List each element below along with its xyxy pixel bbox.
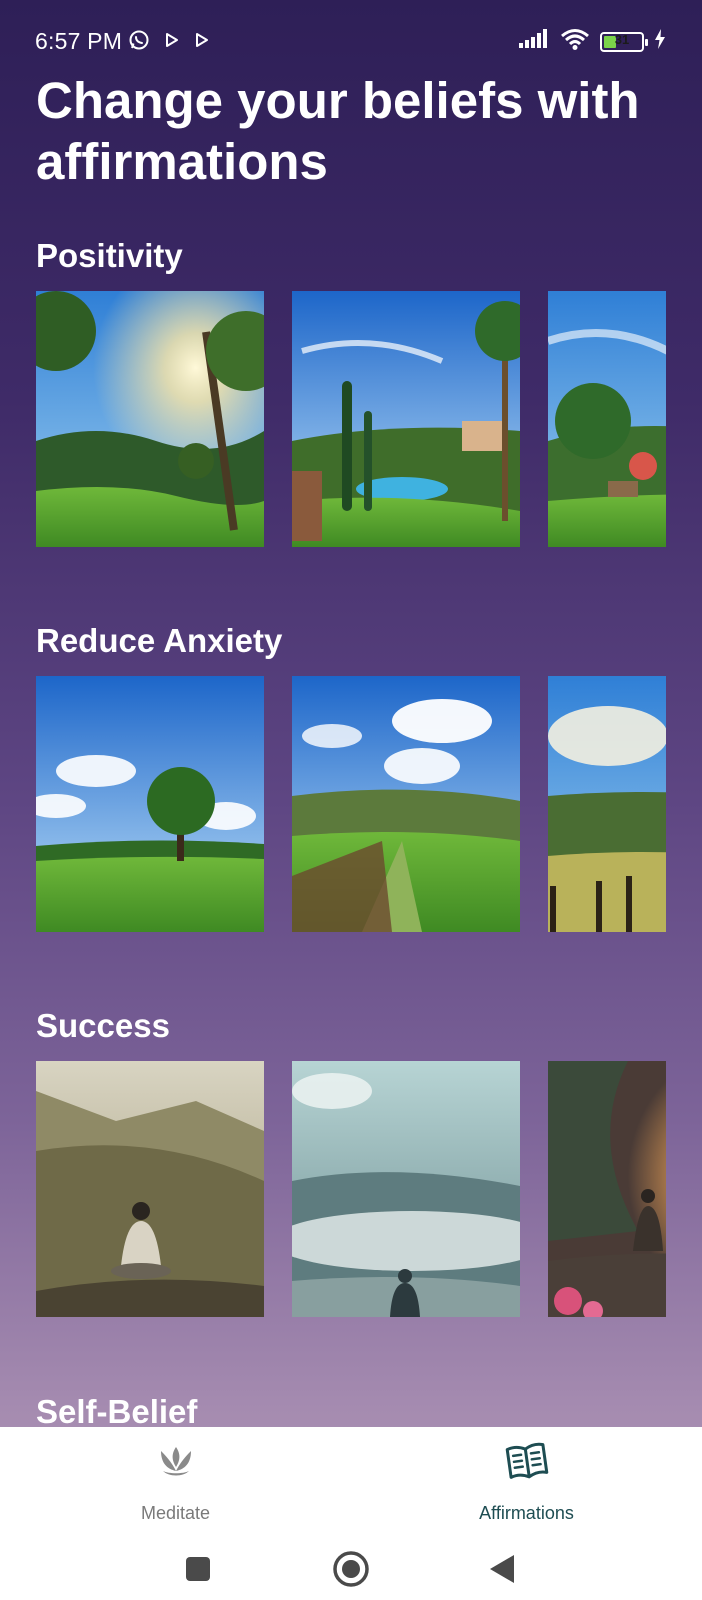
notification-icons — [128, 29, 210, 56]
lotus-icon — [157, 1441, 195, 1486]
section-reduce-anxiety: Reduce Anxiety — [0, 622, 702, 942]
thumbnail-patio-garden[interactable] — [548, 291, 666, 547]
book-icon — [505, 1441, 549, 1486]
thumbnail-row — [36, 291, 666, 547]
nav-item-meditate[interactable]: Meditate — [0, 1427, 351, 1540]
thumbnail-lone-tree-meadow[interactable] — [36, 676, 264, 932]
thumbnail-meditating-man-mountains[interactable] — [36, 1061, 264, 1317]
bottom-nav: Meditate Affirmations — [0, 1427, 702, 1540]
section-title: Self-Belief — [36, 1393, 198, 1427]
page-title: Change your beliefs with affirmations — [36, 72, 640, 190]
battery-icon: 31 — [600, 31, 648, 52]
system-status: 31 — [518, 28, 666, 55]
section-success: Success — [0, 1007, 702, 1327]
play-store-icon — [164, 32, 180, 53]
signal-icon — [518, 29, 550, 54]
thumbnail-villa-pool-palms[interactable] — [292, 291, 520, 547]
nav-item-affirmations[interactable]: Affirmations — [351, 1427, 702, 1540]
battery-level: 31 — [614, 31, 630, 47]
whatsapp-icon — [128, 29, 150, 56]
nav-label-affirmations: Affirmations — [479, 1503, 574, 1523]
section-title: Positivity — [36, 237, 183, 274]
thumbnail-farm-fence-hills[interactable] — [548, 676, 666, 932]
section-self-belief: Self-Belief — [0, 1393, 702, 1427]
thumbnail-meditating-sunset-flowers[interactable] — [548, 1061, 666, 1317]
thumbnail-row — [36, 676, 666, 932]
back-button[interactable] — [488, 1554, 516, 1589]
status-time: 6:57 PM — [35, 28, 123, 54]
section-title: Success — [36, 1007, 170, 1044]
charging-icon — [654, 29, 666, 54]
home-button[interactable] — [332, 1550, 370, 1593]
section-title: Reduce Anxiety — [36, 622, 283, 659]
thumbnail-person-above-clouds[interactable] — [292, 1061, 520, 1317]
wifi-icon — [560, 28, 590, 55]
play-store-icon — [194, 32, 210, 53]
section-positivity: Positivity — [0, 237, 702, 557]
thumbnail-rolling-hills-path[interactable] — [292, 676, 520, 932]
system-nav-bar — [0, 1540, 702, 1600]
thumbnail-row — [36, 1061, 666, 1317]
thumbnail-garden-sunlight[interactable] — [36, 291, 264, 547]
nav-label-meditate: Meditate — [140, 1503, 211, 1523]
recent-apps-button[interactable] — [185, 1556, 211, 1587]
